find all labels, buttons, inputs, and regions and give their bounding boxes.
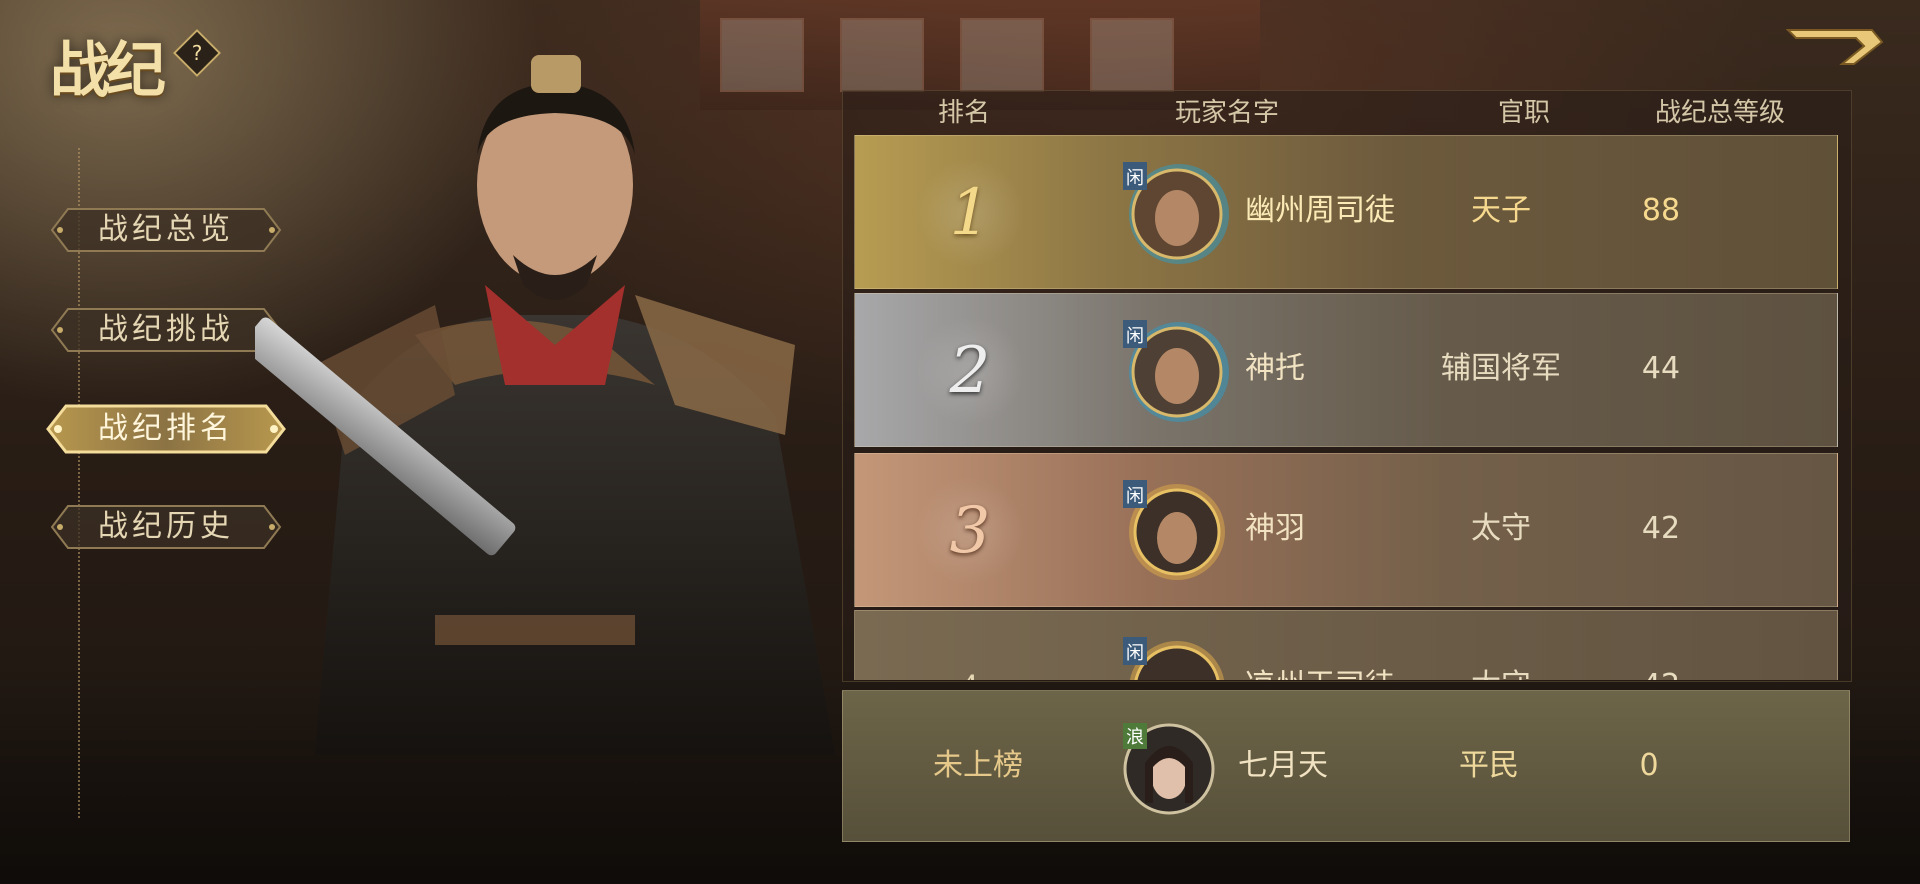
self-rank-row[interactable]: 未上榜 浪 七月天 平民 0: [842, 690, 1850, 842]
player-office: 太守: [1401, 611, 1601, 680]
player-avatar[interactable]: 闲: [1121, 476, 1229, 584]
player-office: 辅国将军: [1441, 351, 1561, 386]
player-avatar[interactable]: 闲: [1121, 316, 1229, 424]
player-avatar[interactable]: 闲: [1121, 158, 1229, 266]
ranking-table-header: 排名 玩家名字 官职 战纪总等级: [842, 90, 1850, 136]
column-header-level: 战纪总等级: [1654, 98, 1786, 128]
column-header-player: 玩家名字: [1174, 98, 1280, 128]
player-level: 0: [1639, 748, 1659, 783]
player-name: 神羽: [1245, 511, 1305, 546]
player-level: 42: [1601, 611, 1721, 680]
status-badge: 浪: [1126, 727, 1144, 748]
rank-number: 4: [915, 633, 1025, 680]
table-row[interactable]: 3 闲 神羽 太守 42: [854, 453, 1838, 607]
rank-number: 2: [949, 334, 991, 408]
player-office: 平民: [1459, 748, 1519, 783]
back-arrow-icon[interactable]: [1784, 24, 1884, 68]
status-badge: 闲: [1126, 326, 1144, 347]
table-row[interactable]: 4 闲 凉州王司徒 太守 42: [854, 610, 1838, 680]
page-title: 战纪: [50, 36, 166, 106]
table-row[interactable]: 2 闲 神托 辅国将军 44: [854, 293, 1838, 447]
column-header-office: 官职: [1497, 98, 1551, 128]
background-window: [840, 18, 924, 92]
status-badge: 闲: [1126, 486, 1144, 507]
player-level: 88: [1641, 193, 1681, 228]
help-button[interactable]: ?: [172, 28, 222, 78]
player-name: 幽州周司徒: [1245, 193, 1395, 228]
status-badge: 闲: [1126, 168, 1144, 189]
player-name: 神托: [1245, 351, 1305, 386]
rank-number: 3: [949, 494, 991, 568]
column-header-rank: 排名: [937, 98, 991, 128]
table-row[interactable]: 1 闲 幽州周司徒 天子 88: [854, 135, 1838, 289]
player-name: 凉州王司徒: [1245, 611, 1395, 680]
background-window: [1090, 18, 1174, 92]
status-badge: 闲: [1126, 643, 1144, 664]
help-icon: ?: [191, 41, 203, 65]
background-window: [960, 18, 1044, 92]
player-name: 七月天: [1238, 748, 1328, 783]
self-avatar[interactable]: 浪: [1123, 723, 1215, 815]
rank-number: 1: [949, 176, 991, 250]
player-level: 42: [1641, 511, 1681, 546]
ranking-list[interactable]: 1 闲 幽州周司徒 天子 88 2 闲 神托 辅国将军 44 3 闲 神羽 太守…: [854, 135, 1840, 680]
hero-portrait-image: [255, 55, 835, 755]
player-level: 44: [1641, 351, 1681, 386]
player-office: 天子: [1471, 193, 1531, 228]
self-rank-status: 未上榜: [933, 748, 1023, 783]
player-office: 太守: [1471, 511, 1531, 546]
player-avatar[interactable]: 闲: [1121, 633, 1229, 680]
